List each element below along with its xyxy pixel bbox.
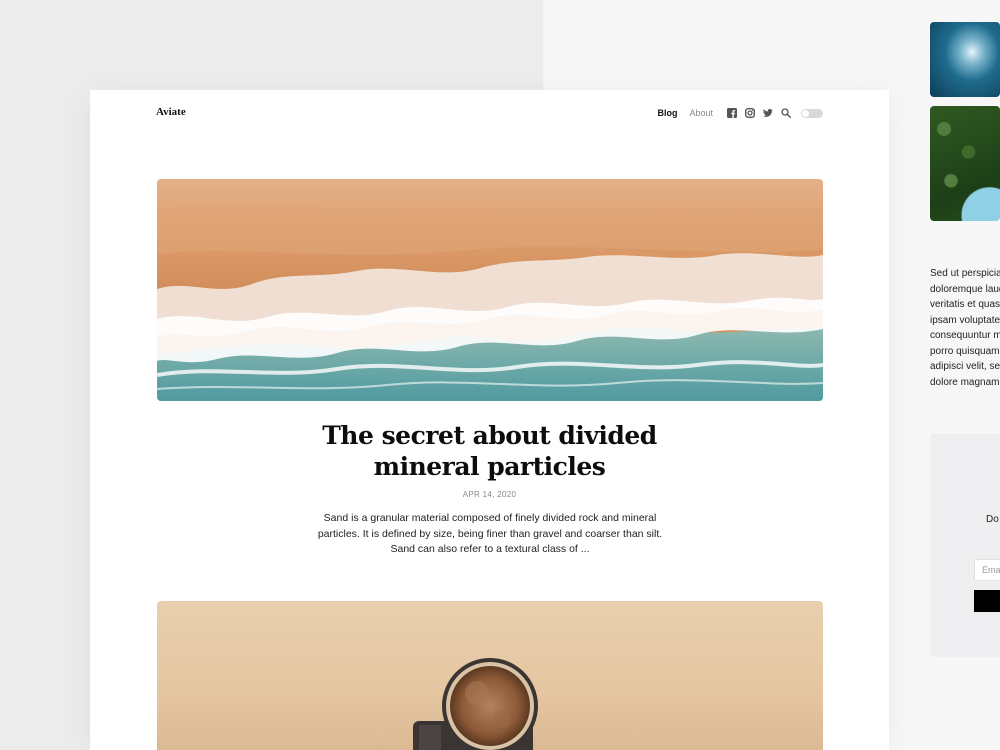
nav-link-blog[interactable]: Blog	[657, 108, 677, 118]
search-icon[interactable]	[781, 108, 791, 118]
post-excerpt-line: Sand is a granular material composed of …	[323, 512, 657, 524]
facebook-icon[interactable]	[727, 108, 737, 118]
post-date: APR 14, 2020	[462, 490, 517, 499]
post-title-line: mineral particles	[373, 452, 606, 481]
sidebar-text-line: consequuntur magni	[930, 330, 1000, 341]
blog-page-card: Aviate Blog About The secret about divid…	[90, 90, 889, 750]
second-post-image[interactable]	[157, 601, 823, 750]
sidebar-text: Sed ut perspiciatis doloremque laudantiu…	[930, 266, 1000, 390]
dark-mode-toggle[interactable]	[801, 108, 823, 118]
newsletter-subscribe-button[interactable]	[974, 590, 1000, 612]
sidebar-text-line: porro quisquam	[930, 345, 1000, 357]
newsletter-box: Do Ema	[930, 434, 1000, 657]
instagram-icon[interactable]	[745, 108, 755, 118]
newsletter-email-input[interactable]: Ema	[974, 559, 1000, 581]
post-excerpt-line: Sand can also refer to a textural class …	[390, 543, 590, 555]
post-excerpt-line: particles. It is defined by size, being …	[317, 527, 663, 540]
newsletter-text: Do	[986, 514, 999, 525]
sidebar-thumbnail-ocean[interactable]	[930, 22, 1000, 97]
sidebar-text-line: doloremque laudantium	[930, 283, 1000, 295]
site-logo[interactable]: Aviate	[156, 106, 186, 118]
nav-link-about[interactable]: About	[689, 108, 713, 118]
sidebar-text-line: Sed ut perspiciatis	[930, 268, 1000, 279]
sidebar-text-line: ipsam voluptatem	[930, 314, 1000, 326]
top-nav: Blog About	[657, 106, 823, 120]
sidebar-text-line: adipisci velit, sed	[930, 361, 1000, 372]
post-title-line: The secret about divided	[322, 421, 657, 450]
sidebar-thumbnail-forest[interactable]	[930, 106, 1000, 221]
sidebar-text-line: veritatis et quasi	[930, 299, 1000, 310]
post-hero-image[interactable]	[157, 179, 823, 401]
twitter-icon[interactable]	[763, 108, 773, 118]
sidebar-text-line: dolore magnam	[930, 376, 1000, 388]
post-title[interactable]: The secret about divided mineral particl…	[90, 420, 889, 482]
post-excerpt: Sand is a granular material composed of …	[305, 511, 675, 558]
